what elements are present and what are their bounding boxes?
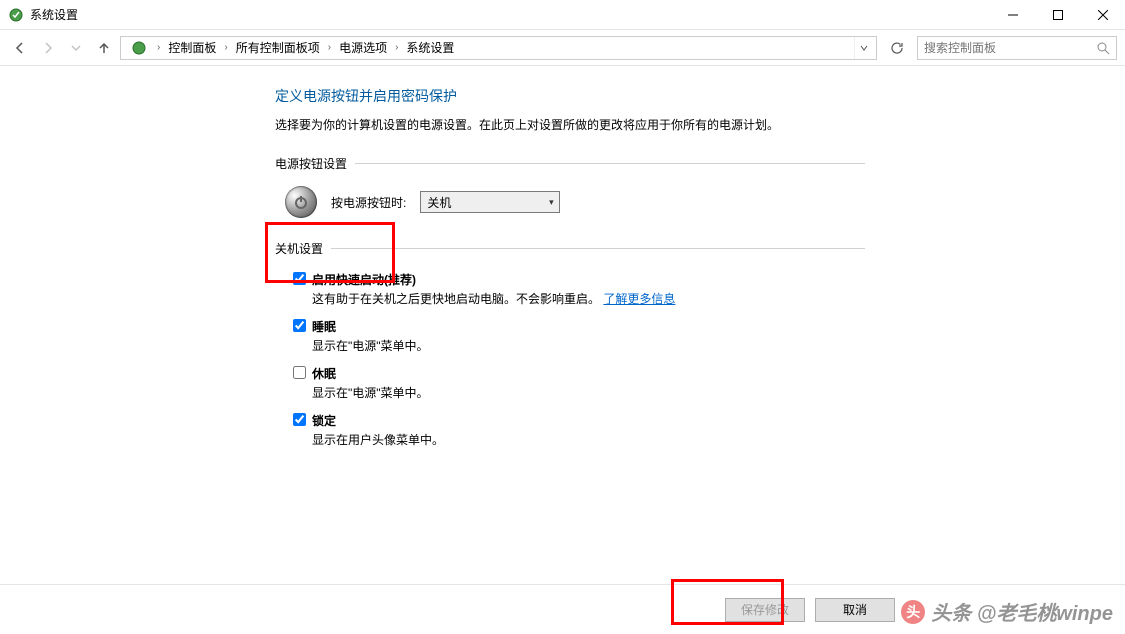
breadcrumb-item[interactable]: 系统设置 [402, 39, 458, 56]
shutdown-option: 启用快速启动(推荐) [275, 271, 865, 288]
shutdown-option: 睡眠 [275, 318, 865, 335]
page-desc: 选择要为你的计算机设置的电源设置。在此页上对设置所做的更改将应用于你所有的电源计… [275, 116, 865, 135]
section-label: 电源按钮设置 [275, 155, 355, 172]
shutdown-option-desc: 这有助于在关机之后更快地启动电脑。不会影响重启。 了解更多信息 [275, 290, 865, 308]
titlebar: 系统设置 [0, 0, 1125, 30]
close-button[interactable] [1080, 0, 1125, 29]
nav-back-button[interactable] [8, 36, 32, 60]
window-controls [990, 0, 1125, 29]
search-input[interactable] [924, 41, 1096, 55]
search-box[interactable] [917, 36, 1117, 60]
app-icon [8, 7, 24, 23]
shutdown-option-desc: 显示在"电源"菜单中。 [275, 337, 865, 355]
shutdown-option-label: 锁定 [312, 412, 336, 429]
shutdown-option-desc: 显示在"电源"菜单中。 [275, 384, 865, 402]
nav-up-button[interactable] [92, 36, 116, 60]
select-value: 关机 [421, 194, 543, 211]
chevron-down-icon: ▾ [543, 197, 559, 208]
footer: 保存修改 取消 [0, 584, 1125, 634]
nav-forward-button[interactable] [36, 36, 60, 60]
window-title: 系统设置 [30, 6, 78, 23]
navbar: › 控制面板 › 所有控制面板项 › 电源选项 › 系统设置 [0, 30, 1125, 66]
content: 定义电源按钮并启用密码保护 选择要为你的计算机设置的电源设置。在此页上对设置所做… [0, 66, 1125, 584]
shutdown-option: 休眠 [275, 365, 865, 382]
power-button-label: 按电源按钮时: [331, 194, 406, 211]
shutdown-option-label: 睡眠 [312, 318, 336, 335]
shutdown-checkbox[interactable] [293, 366, 306, 379]
learn-more-link[interactable]: 了解更多信息 [603, 292, 675, 306]
breadcrumb-dropdown[interactable] [854, 37, 872, 59]
section-label: 关机设置 [275, 240, 331, 257]
breadcrumb-item[interactable]: 控制面板 [164, 39, 220, 56]
breadcrumb-item[interactable]: 电源选项 [335, 39, 391, 56]
breadcrumb-separator: › [222, 42, 229, 53]
shutdown-option: 锁定 [275, 412, 865, 429]
power-button-select[interactable]: 关机 ▾ [420, 191, 560, 213]
maximize-button[interactable] [1035, 0, 1080, 29]
shutdown-section-header: 关机设置 [275, 240, 865, 257]
shutdown-checkbox[interactable] [293, 319, 306, 332]
breadcrumb-separator: › [155, 42, 162, 53]
power-icon [285, 186, 317, 218]
power-options-icon [129, 38, 149, 58]
shutdown-checkbox[interactable] [293, 413, 306, 426]
breadcrumb[interactable]: › 控制面板 › 所有控制面板项 › 电源选项 › 系统设置 [120, 36, 877, 60]
nav-recent-button[interactable] [64, 36, 88, 60]
breadcrumb-separator: › [326, 42, 333, 53]
shutdown-option-desc: 显示在用户头像菜单中。 [275, 431, 865, 449]
page-title: 定义电源按钮并启用密码保护 [275, 86, 865, 106]
refresh-button[interactable] [885, 36, 909, 60]
shutdown-option-label: 启用快速启动(推荐) [312, 271, 416, 288]
shutdown-checkbox[interactable] [293, 272, 306, 285]
breadcrumb-separator: › [393, 42, 400, 53]
shutdown-option-label: 休眠 [312, 365, 336, 382]
minimize-button[interactable] [990, 0, 1035, 29]
search-icon [1096, 41, 1110, 55]
power-button-section-header: 电源按钮设置 [275, 155, 865, 172]
power-button-row: 按电源按钮时: 关机 ▾ [275, 186, 865, 218]
cancel-button[interactable]: 取消 [815, 598, 895, 622]
save-button[interactable]: 保存修改 [725, 598, 805, 622]
breadcrumb-item[interactable]: 所有控制面板项 [232, 39, 324, 56]
